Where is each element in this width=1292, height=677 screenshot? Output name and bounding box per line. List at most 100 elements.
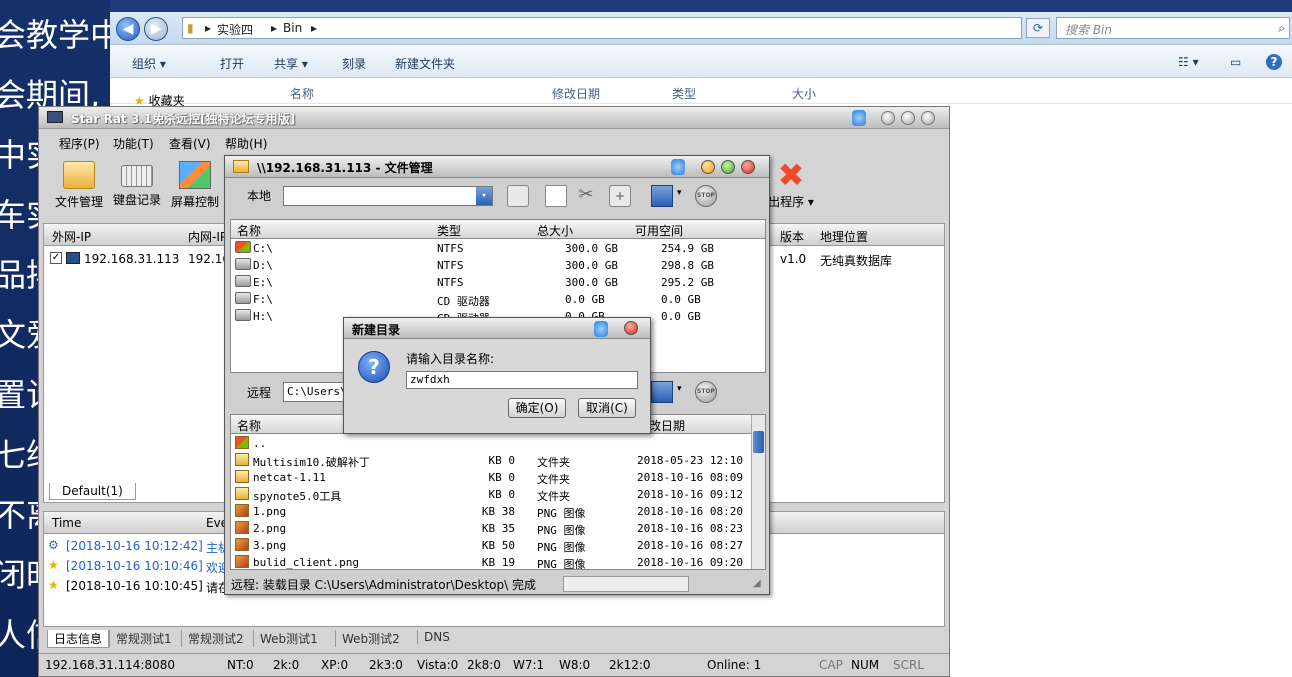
- stop-icon[interactable]: STOP: [695, 381, 717, 403]
- col-name[interactable]: 名称: [290, 85, 314, 102]
- keylogger-tool[interactable]: 键盘记录: [107, 159, 167, 208]
- menu-view[interactable]: 查看(V): [169, 135, 211, 152]
- drive-name: F:\: [253, 293, 273, 306]
- search-input[interactable]: 搜索 Bin ⌕: [1056, 17, 1290, 39]
- minimize-button[interactable]: [881, 111, 895, 125]
- starrat-titlebar[interactable]: Star Rat 3.1免杀远控[独特论坛专用版]: [39, 107, 949, 129]
- stop-icon[interactable]: STOP: [695, 185, 717, 207]
- close-button[interactable]: [624, 321, 638, 335]
- tab-2[interactable]: 常规测试2: [181, 630, 250, 647]
- view-mode-icon[interactable]: [651, 185, 673, 207]
- dropdown-arrow-icon[interactable]: ▾: [677, 384, 682, 394]
- file-row[interactable]: ..: [231, 435, 751, 452]
- menu-help[interactable]: 帮助(H): [225, 135, 267, 152]
- col-date[interactable]: 修改日期: [552, 85, 600, 102]
- tab-5[interactable]: DNS: [417, 630, 456, 644]
- col-version[interactable]: 版本: [780, 228, 804, 245]
- col-wan-ip[interactable]: 外网-IP: [52, 228, 91, 245]
- breadcrumb-item[interactable]: 实验四: [217, 21, 253, 38]
- view-icon[interactable]: ☷ ▾: [1178, 55, 1199, 69]
- col-file-name[interactable]: 名称: [237, 417, 261, 434]
- col-geo[interactable]: 地理位置: [820, 228, 868, 245]
- tab-1[interactable]: 常规测试1: [109, 630, 178, 647]
- host-checkbox[interactable]: ✓: [50, 252, 62, 264]
- refresh-icon[interactable]: ⟳: [1026, 18, 1050, 38]
- dropdown-arrow-icon[interactable]: ▾: [476, 187, 492, 205]
- drive-name: H:\: [253, 310, 273, 323]
- directory-name-input[interactable]: zwfdxh: [406, 371, 638, 389]
- scroll-thumb[interactable]: [753, 431, 764, 453]
- col-drive-type[interactable]: 类型: [437, 222, 461, 239]
- file-row[interactable]: Multisim10.破解补丁 0 KB 文件夹 2018-05-23 12:10: [231, 452, 751, 469]
- file-row[interactable]: 1.png 38 KB PNG 图像 2018-10-16 08:20: [231, 503, 751, 520]
- col-size[interactable]: 大小: [792, 85, 816, 102]
- drive-free: 298.8 GB: [661, 259, 714, 272]
- drive-row[interactable]: F:\ CD 驱动器 0.0 GB 0.0 GB: [231, 291, 765, 308]
- ok-button[interactable]: 确定(O): [508, 398, 566, 418]
- file-row[interactable]: netcat-1.11 0 KB 文件夹 2018-10-16 08:09: [231, 469, 751, 486]
- file-row[interactable]: spynote5.0工具 0 KB 文件夹 2018-10-16 09:12: [231, 486, 751, 503]
- cancel-button[interactable]: 取消(C): [578, 398, 636, 418]
- new-folder-button[interactable]: 新建文件夹: [395, 55, 455, 72]
- col-drive-free[interactable]: 可用空间: [635, 222, 683, 239]
- exit-program-tool[interactable]: ✖ 出程序 ▾: [761, 159, 821, 210]
- skin-icon[interactable]: [671, 159, 685, 175]
- skin-icon[interactable]: [852, 110, 866, 126]
- col-lan-ip[interactable]: 内网-IP: [188, 228, 227, 245]
- open-folder-icon[interactable]: [507, 185, 529, 207]
- menu-program[interactable]: 程序(P): [59, 135, 100, 152]
- new-folder-icon[interactable]: +: [609, 185, 631, 207]
- file-row[interactable]: 2.png 35 KB PNG 图像 2018-10-16 08:23: [231, 520, 751, 537]
- breadcrumb[interactable]: ▮ ▸ 实验四 ▸ Bin ▸: [182, 17, 1022, 39]
- file-row[interactable]: bulid_client.png 19 KB PNG 图像 2018-10-16 09…: [231, 554, 751, 569]
- col-drive-name[interactable]: 名称: [237, 222, 261, 239]
- col-file-date[interactable]: 改日期: [649, 417, 685, 434]
- dialog-titlebar[interactable]: 新建目录: [344, 318, 650, 339]
- close-button[interactable]: [741, 160, 755, 174]
- remote-path-combo[interactable]: C:\Users\A: [283, 382, 347, 402]
- burn-button[interactable]: 刻录: [342, 55, 366, 72]
- maximize-button[interactable]: [721, 160, 735, 174]
- tab-0[interactable]: 日志信息: [47, 630, 110, 648]
- open-button[interactable]: 打开: [220, 55, 244, 72]
- image-file-icon: [235, 555, 249, 568]
- share-button[interactable]: 共享 ▾: [274, 55, 308, 72]
- file-row[interactable]: 3.png 50 KB PNG 图像 2018-10-16 08:27: [231, 537, 751, 554]
- breadcrumb-item[interactable]: Bin: [283, 21, 302, 35]
- close-button[interactable]: [921, 111, 935, 125]
- drive-row[interactable]: E:\ NTFS 300.0 GB 295.2 GB: [231, 274, 765, 291]
- help-icon[interactable]: ?: [1266, 54, 1282, 70]
- col-drive-total[interactable]: 总大小: [537, 222, 573, 239]
- drive-row[interactable]: C:\ NTFS 300.0 GB 254.9 GB: [231, 240, 765, 257]
- screen-control-tool[interactable]: 屏幕控制: [165, 159, 225, 210]
- folder-icon: [233, 160, 249, 173]
- dialog-title: 新建目录: [352, 323, 401, 337]
- cut-icon[interactable]: ✂: [575, 185, 597, 207]
- forward-button[interactable]: ▶: [144, 17, 168, 41]
- tab-default[interactable]: Default(1): [49, 483, 136, 500]
- resize-grip-icon[interactable]: ◢: [753, 578, 761, 589]
- tab-4[interactable]: Web测试2: [335, 630, 406, 647]
- copy-icon[interactable]: [545, 185, 567, 207]
- view-mode-icon[interactable]: [651, 381, 673, 403]
- local-path-combo[interactable]: ▾: [283, 186, 493, 206]
- tab-3[interactable]: Web测试1: [253, 630, 324, 647]
- vertical-scrollbar[interactable]: [751, 415, 765, 569]
- back-button[interactable]: ◀: [116, 17, 140, 41]
- file-name: 1.png: [253, 505, 287, 518]
- col-type[interactable]: 类型: [672, 85, 696, 102]
- file-manager-tool[interactable]: 文件管理: [49, 159, 109, 210]
- menu-function[interactable]: 功能(T): [113, 135, 154, 152]
- fm-titlebar[interactable]: \\192.168.31.113 - 文件管理: [225, 156, 769, 178]
- minimize-button[interactable]: [701, 160, 715, 174]
- skin-icon[interactable]: [594, 321, 608, 337]
- organize-button[interactable]: 组织 ▾: [132, 55, 166, 72]
- menu-bar: 程序(P) 功能(T) 查看(V) 帮助(H): [39, 131, 949, 153]
- maximize-button[interactable]: [901, 111, 915, 125]
- dropdown-arrow-icon[interactable]: ▾: [677, 188, 682, 198]
- col-time[interactable]: Time: [52, 516, 81, 530]
- drive-free: 0.0 GB: [661, 293, 701, 306]
- drive-row[interactable]: D:\ NTFS 300.0 GB 298.8 GB: [231, 257, 765, 274]
- status-scrl: SCRL: [893, 658, 925, 672]
- preview-pane-icon[interactable]: ▭: [1230, 55, 1241, 69]
